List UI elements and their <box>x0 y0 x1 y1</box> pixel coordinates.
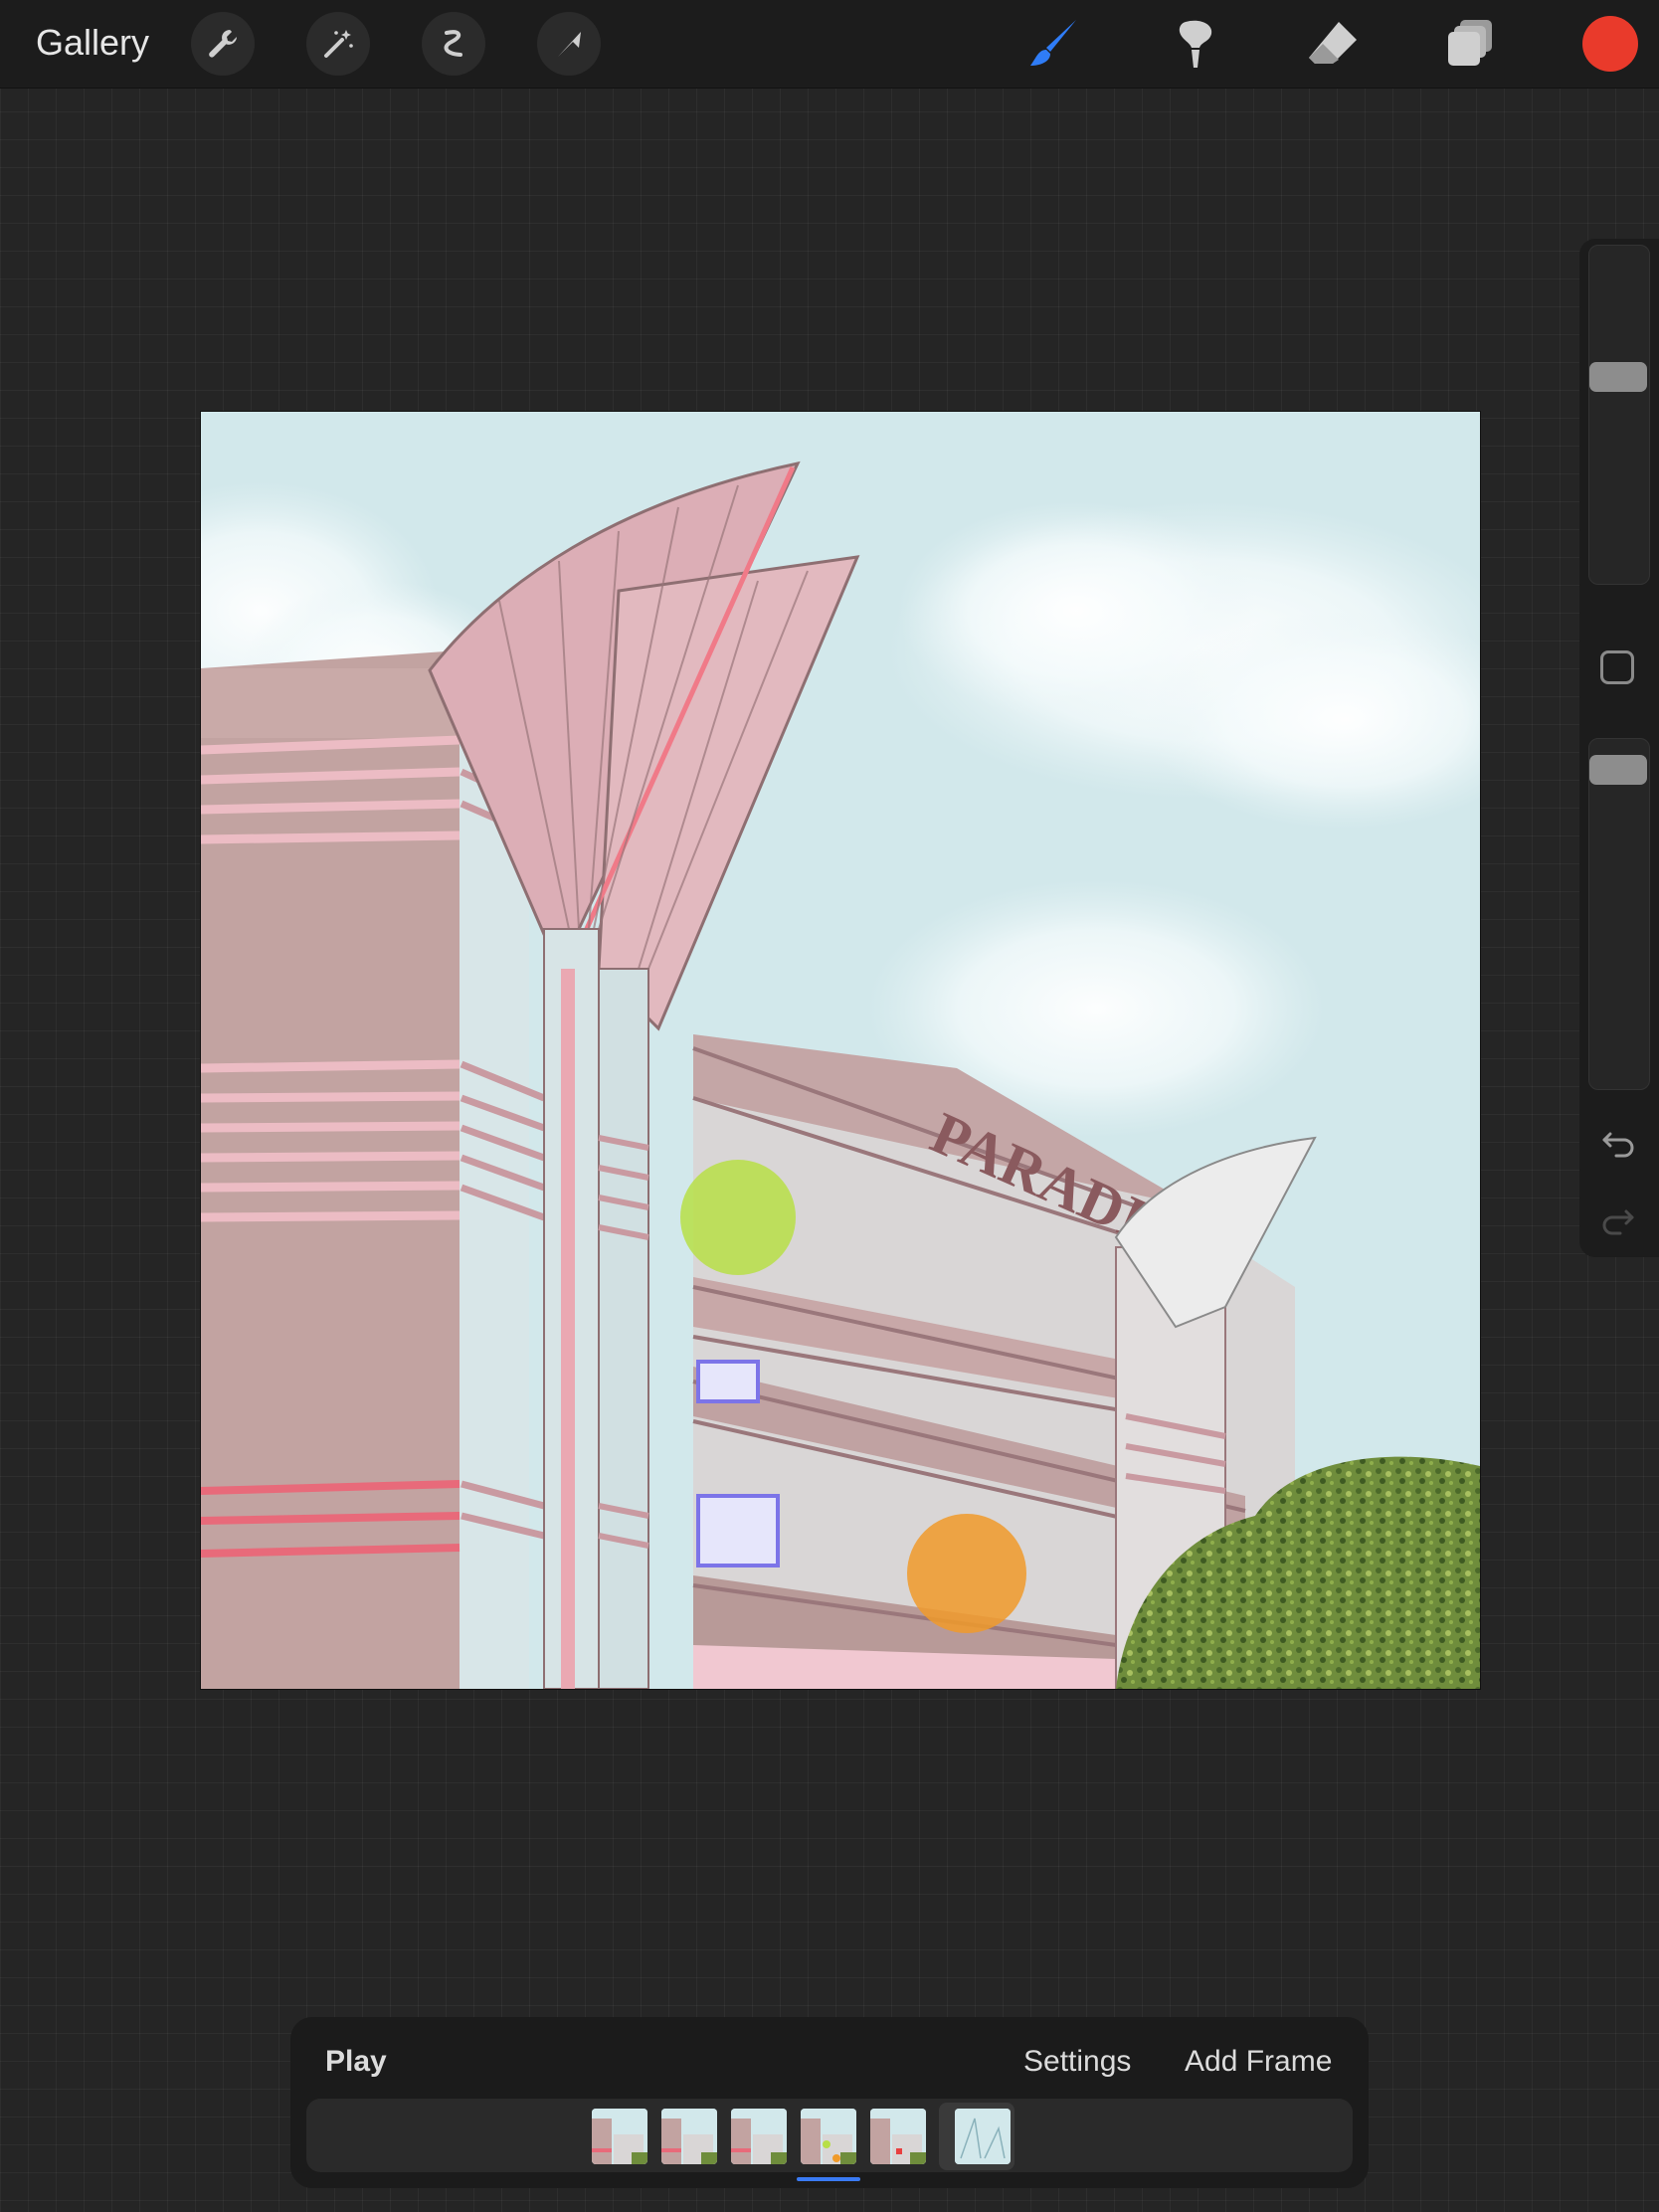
brush-size-slider[interactable] <box>1588 245 1650 585</box>
layers-icon <box>1448 20 1492 66</box>
opacity-handle[interactable] <box>1589 755 1647 785</box>
transform-button[interactable] <box>537 12 601 76</box>
smudge-tool[interactable] <box>1164 14 1223 74</box>
wrench-icon <box>209 30 237 58</box>
selection-button[interactable] <box>422 12 485 76</box>
brush-size-handle[interactable] <box>1589 362 1647 392</box>
eraser-icon <box>1309 22 1357 64</box>
frame-preview <box>955 2109 1011 2164</box>
magic-wand-icon <box>324 30 353 58</box>
color-picker-button[interactable] <box>1582 16 1638 72</box>
undo-button[interactable] <box>1598 1122 1638 1167</box>
artwork: PARADISE <box>201 412 1480 1689</box>
adjustments-button[interactable] <box>306 12 370 76</box>
frame-thumbnail[interactable] <box>592 2109 647 2164</box>
opacity-slider[interactable] <box>1588 738 1650 1090</box>
brush-tool[interactable] <box>1024 14 1084 74</box>
frame-thumbnail-active[interactable] <box>801 2109 856 2164</box>
modify-button[interactable] <box>1600 650 1634 684</box>
settings-button[interactable]: Settings <box>1023 2045 1131 2079</box>
frame-thumbnail[interactable] <box>870 2109 926 2164</box>
frame-preview <box>870 2109 926 2164</box>
play-button[interactable]: Play <box>325 2045 387 2079</box>
active-frame-indicator <box>797 2177 860 2181</box>
redo-button[interactable] <box>1598 1199 1638 1244</box>
frame-preview <box>731 2109 787 2164</box>
drawing-canvas[interactable]: PARADISE <box>201 412 1480 1689</box>
frame-preview <box>661 2109 717 2164</box>
frame-thumbnail[interactable] <box>661 2109 717 2164</box>
top-toolbar: Gallery <box>0 0 1659 89</box>
undo-icon <box>1602 1132 1634 1158</box>
layers-button[interactable] <box>1442 14 1502 74</box>
smudge-icon <box>1179 20 1212 68</box>
selection-icon <box>444 30 462 57</box>
actions-button[interactable] <box>191 12 255 76</box>
transform-arrow-icon <box>558 32 581 57</box>
frame-thumbnail-background[interactable] <box>955 2109 1011 2164</box>
frame-preview <box>801 2109 856 2164</box>
frame-thumbnail[interactable] <box>731 2109 787 2164</box>
frame-preview <box>592 2109 647 2164</box>
add-frame-button[interactable]: Add Frame <box>1185 2045 1332 2079</box>
redo-icon <box>1602 1209 1634 1235</box>
gallery-button[interactable]: Gallery <box>36 22 149 64</box>
brush-icon <box>1030 20 1076 66</box>
eraser-tool[interactable] <box>1303 14 1363 74</box>
